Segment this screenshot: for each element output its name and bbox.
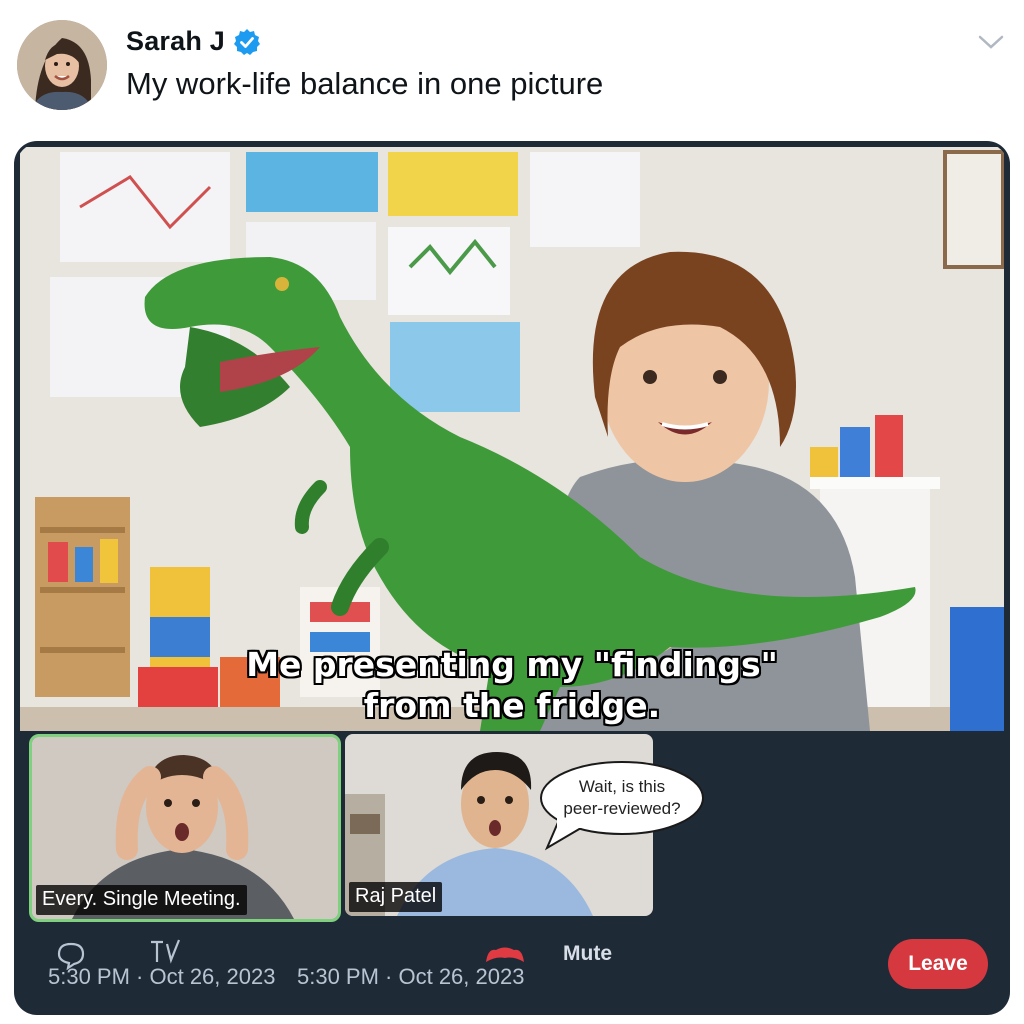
- meme-caption: Me presenting my "findings" from the fri…: [20, 644, 1004, 726]
- timestamp: 5:30 PM · Oct 26, 2023: [48, 964, 276, 989]
- tweet-text: My work-life balance in one picture: [126, 66, 604, 101]
- mute-mic-icon[interactable]: [484, 944, 526, 966]
- avatar[interactable]: [17, 20, 107, 110]
- speech-bubble: Wait, is this peer-reviewed?: [539, 760, 705, 851]
- participant-tile-active[interactable]: Every. Single Meeting.: [29, 734, 341, 922]
- media-card[interactable]: Me presenting my "findings" from the fri…: [17, 144, 1007, 1012]
- verified-badge-icon: [233, 28, 261, 56]
- participant-label: Raj Patel: [349, 882, 443, 912]
- author-row: Sarah J: [126, 26, 261, 57]
- timestamp: 5:30 PM · Oct 26, 2023: [297, 964, 525, 989]
- tweet-header: Sarah J My work-life balance in one pict…: [0, 0, 1024, 140]
- participant-label: Every. Single Meeting.: [36, 885, 247, 915]
- leave-button[interactable]: Leave: [888, 939, 988, 989]
- speech-line-2: peer-reviewed?: [563, 799, 681, 818]
- caption-line-2: from the fridge.: [363, 686, 661, 725]
- retweet-icon[interactable]: [147, 936, 183, 966]
- speech-line-1: Wait, is this: [578, 777, 666, 796]
- caption-line-1: Me presenting my "findings": [246, 645, 778, 684]
- call-controls: 5:30 PM · Oct 26, 2023 5:30 PM · Oct 26,…: [17, 924, 1007, 1012]
- mute-button-label[interactable]: Mute: [563, 942, 612, 966]
- author-name[interactable]: Sarah J: [126, 26, 225, 57]
- chevron-down-icon[interactable]: [976, 30, 1006, 54]
